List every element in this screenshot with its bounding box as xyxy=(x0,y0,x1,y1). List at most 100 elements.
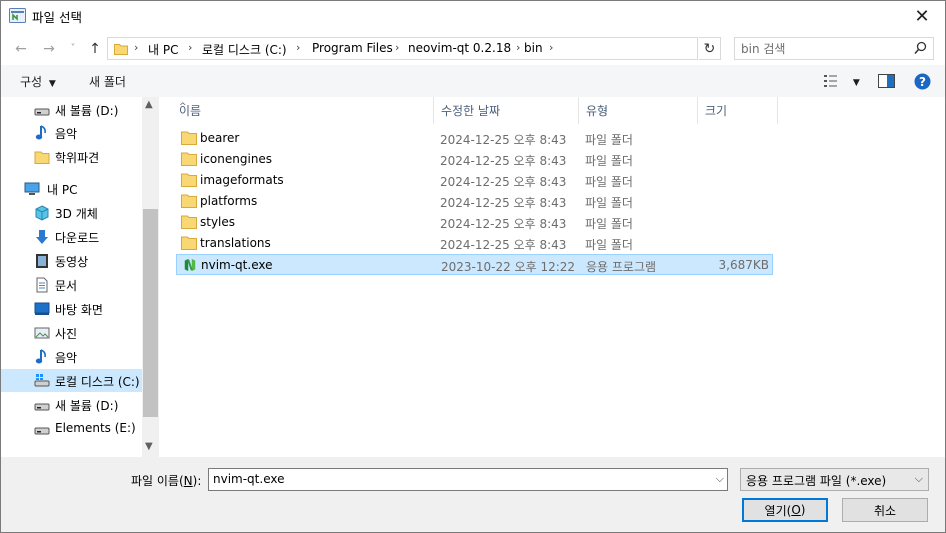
chevron-down-icon: ˅ xyxy=(70,43,76,54)
open-button[interactable]: 열기(O) xyxy=(742,498,828,522)
details-view-icon xyxy=(824,75,837,87)
folder-icon xyxy=(181,215,197,229)
scrollbar-thumb[interactable] xyxy=(143,209,158,417)
file-date: 2023-10-22 오후 12:22 xyxy=(441,260,576,274)
file-row[interactable]: platforms 2024-12-25 오후 8:43 파일 폴더 xyxy=(176,191,773,212)
column-header-label: 수정한 날짜 xyxy=(441,104,501,118)
preview-pane-button[interactable] xyxy=(878,74,895,91)
filename-combobox[interactable]: ⌵ xyxy=(208,468,728,491)
open-label-accesskey: O xyxy=(791,503,801,517)
filename-label-accesskey: N xyxy=(183,474,193,488)
forward-button[interactable]: → xyxy=(40,40,58,58)
breadcrumb-bin[interactable]: bin xyxy=(524,41,543,55)
refresh-button[interactable]: ↻ xyxy=(699,37,721,60)
sidebar-item-my-pc[interactable]: 내 PC xyxy=(1,177,142,200)
sidebar-item-volume-d-2[interactable]: 새 볼륨 (D:) xyxy=(1,393,142,416)
sidebar-item-desktop[interactable]: 바탕 화면 xyxy=(1,297,142,320)
address-bar[interactable]: › 내 PC › 로컬 디스크 (C:) › Program Files › n… xyxy=(107,37,792,60)
file-row[interactable]: bearer 2024-12-25 오후 8:43 파일 폴더 xyxy=(176,128,773,149)
file-size: 3,687KB xyxy=(718,258,769,272)
sidebar-item-documents[interactable]: 문서 xyxy=(1,273,142,296)
drive-icon xyxy=(34,427,50,435)
file-name: styles xyxy=(200,215,236,229)
view-options-button[interactable]: ▼ xyxy=(823,74,860,91)
recent-locations-button[interactable]: ˅ xyxy=(64,40,82,58)
close-button[interactable]: ✕ xyxy=(899,1,945,32)
search-icon xyxy=(914,41,927,54)
video-icon xyxy=(36,254,48,268)
new-folder-button[interactable]: 새 폴더 xyxy=(89,73,126,90)
sidebar-item-study-folder[interactable]: 학위파견 xyxy=(1,145,142,168)
column-header-size[interactable]: 크기 xyxy=(698,97,778,124)
sidebar-item-videos[interactable]: 동영상 xyxy=(1,249,142,272)
navigation-pane: 새 볼륨 (D:) 음악 학위파견 내 PC 3D 개체 다운로드 동영상 문서… xyxy=(1,97,159,457)
sidebar-item-label: Elements (E:) xyxy=(55,421,136,435)
sidebar-scrollbar[interactable]: ▲ ▼ xyxy=(142,97,159,457)
breadcrumb-separator-icon: › xyxy=(188,41,193,54)
title-bar: 파일 선택 ✕ xyxy=(1,1,945,32)
chevron-down-icon[interactable]: ⌵ xyxy=(716,472,724,486)
organize-label: 구성 xyxy=(20,75,43,89)
desktop-icon xyxy=(34,302,50,315)
file-date: 2024-12-25 오후 8:43 xyxy=(440,238,567,252)
sidebar-item-local-disk-c[interactable]: 로컬 디스크 (C:) xyxy=(1,369,142,392)
breadcrumb-local-disk-c[interactable]: 로컬 디스크 (C:) xyxy=(202,41,287,58)
up-button[interactable]: ↑ xyxy=(86,40,104,58)
sidebar-item-volume-d[interactable]: 새 볼륨 (D:) xyxy=(1,98,142,121)
file-type-filter-value: 응용 프로그램 파일 (*.exe) xyxy=(746,474,887,488)
sidebar-item-music-2[interactable]: 음악 xyxy=(1,345,142,368)
file-type-filter-select[interactable]: 응용 프로그램 파일 (*.exe) ⌵ xyxy=(740,468,929,491)
organize-button[interactable]: 구성 ▼ xyxy=(20,73,56,90)
folder-icon xyxy=(34,151,50,164)
file-type: 파일 폴더 xyxy=(585,238,633,252)
breadcrumb-my-pc[interactable]: 내 PC xyxy=(148,41,178,58)
breadcrumb-neovim-qt[interactable]: neovim-qt 0.2.18 xyxy=(408,41,511,55)
file-name: iconengines xyxy=(200,152,273,166)
column-header-name[interactable]: 이름 ^ xyxy=(172,97,434,124)
sidebar-item-music[interactable]: 음악 xyxy=(1,121,142,144)
help-button[interactable]: ? xyxy=(914,73,931,93)
cancel-button[interactable]: 취소 xyxy=(842,498,928,522)
file-type: 파일 폴더 xyxy=(585,196,633,210)
pictures-icon xyxy=(34,327,50,339)
forward-arrow-icon: → xyxy=(43,41,55,57)
file-type: 파일 폴더 xyxy=(585,175,633,189)
sidebar-item-label: 동영상 xyxy=(55,255,89,269)
scroll-up-icon[interactable]: ▲ xyxy=(145,99,153,110)
file-row[interactable]: imageformats 2024-12-25 오후 8:43 파일 폴더 xyxy=(176,170,773,191)
neovim-icon xyxy=(184,258,196,272)
file-row[interactable]: translations 2024-12-25 오후 8:43 파일 폴더 xyxy=(176,233,773,254)
open-label-suffix: ) xyxy=(800,503,806,517)
file-row-selected[interactable]: nvim-qt.exe 2023-10-22 오후 12:22 응용 프로그램 … xyxy=(176,254,773,275)
column-header-date[interactable]: 수정한 날짜 xyxy=(434,97,579,124)
folder-icon xyxy=(181,131,197,145)
sidebar-item-elements-e[interactable]: Elements (E:) xyxy=(1,417,142,440)
sidebar-item-label: 다운로드 xyxy=(55,231,100,245)
breadcrumb-separator-icon: › xyxy=(395,41,400,54)
back-button[interactable]: ← xyxy=(12,40,30,58)
filename-input[interactable] xyxy=(213,472,703,486)
download-icon xyxy=(36,230,48,244)
file-row[interactable]: iconengines 2024-12-25 오후 8:43 파일 폴더 xyxy=(176,149,773,170)
sidebar-item-label: 로컬 디스크 (C:) xyxy=(55,375,140,389)
neovim-qt-app-icon xyxy=(9,8,26,23)
sidebar-item-3d-objects[interactable]: 3D 개체 xyxy=(1,201,142,224)
filename-label: 파일 이름(N): xyxy=(131,472,201,489)
sidebar-item-downloads[interactable]: 다운로드 xyxy=(1,225,142,248)
caret-down-icon: ▼ xyxy=(852,78,860,88)
file-date: 2024-12-25 오후 8:43 xyxy=(440,217,567,231)
music-icon xyxy=(35,349,46,364)
search-input[interactable] xyxy=(741,41,906,57)
sidebar-item-label: 새 볼륨 (D:) xyxy=(55,104,119,118)
folder-icon xyxy=(181,194,197,208)
search-box[interactable] xyxy=(734,37,934,60)
column-header-type[interactable]: 유형 xyxy=(579,97,698,124)
windows-drive-icon xyxy=(34,374,50,387)
window-title: 파일 선택 xyxy=(32,10,82,25)
svg-text:?: ? xyxy=(919,75,926,89)
sidebar-item-pictures[interactable]: 사진 xyxy=(1,321,142,344)
sidebar-item-label: 음악 xyxy=(55,351,78,365)
breadcrumb-program-files[interactable]: Program Files xyxy=(312,41,393,55)
file-row[interactable]: styles 2024-12-25 오후 8:43 파일 폴더 xyxy=(176,212,773,233)
scroll-down-icon[interactable]: ▼ xyxy=(145,441,153,452)
